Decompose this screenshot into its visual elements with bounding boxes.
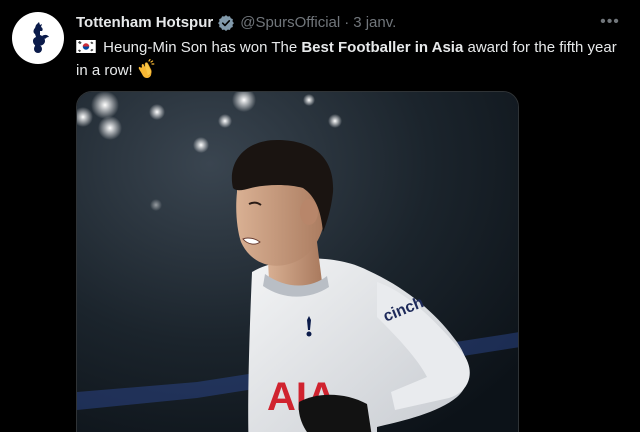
more-options-button[interactable]: ••• [598, 12, 622, 32]
spurs-cockerel-crest-icon [33, 22, 49, 53]
verified-badge-icon [217, 14, 235, 32]
tweet-date[interactable]: 3 janv. [353, 13, 396, 33]
tweet-photo[interactable]: cinch AIA [76, 91, 519, 432]
tweet-text-part-1: Heung-Min Son has won The [99, 39, 302, 56]
more-dots-icon: ••• [600, 13, 620, 30]
author-avatar[interactable] [12, 12, 64, 64]
tweet-text-bold: Best Footballer in Asia [301, 39, 464, 56]
clapping-hands-icon [136, 58, 156, 79]
tweet[interactable]: Tottenham Hotspur @SpursOfficial · 3 jan… [0, 0, 640, 432]
son-celebration-photo: cinch AIA [77, 92, 518, 432]
header-separator: · [344, 14, 350, 31]
tweet-text: Heung-Min Son has won The Best Footballe… [76, 37, 628, 82]
tweet-header: Tottenham Hotspur @SpursOfficial · 3 jan… [76, 13, 600, 33]
author-handle[interactable]: @SpursOfficial [240, 13, 340, 33]
author-name[interactable]: Tottenham Hotspur [76, 13, 213, 33]
south-korea-flag-icon [76, 38, 96, 53]
